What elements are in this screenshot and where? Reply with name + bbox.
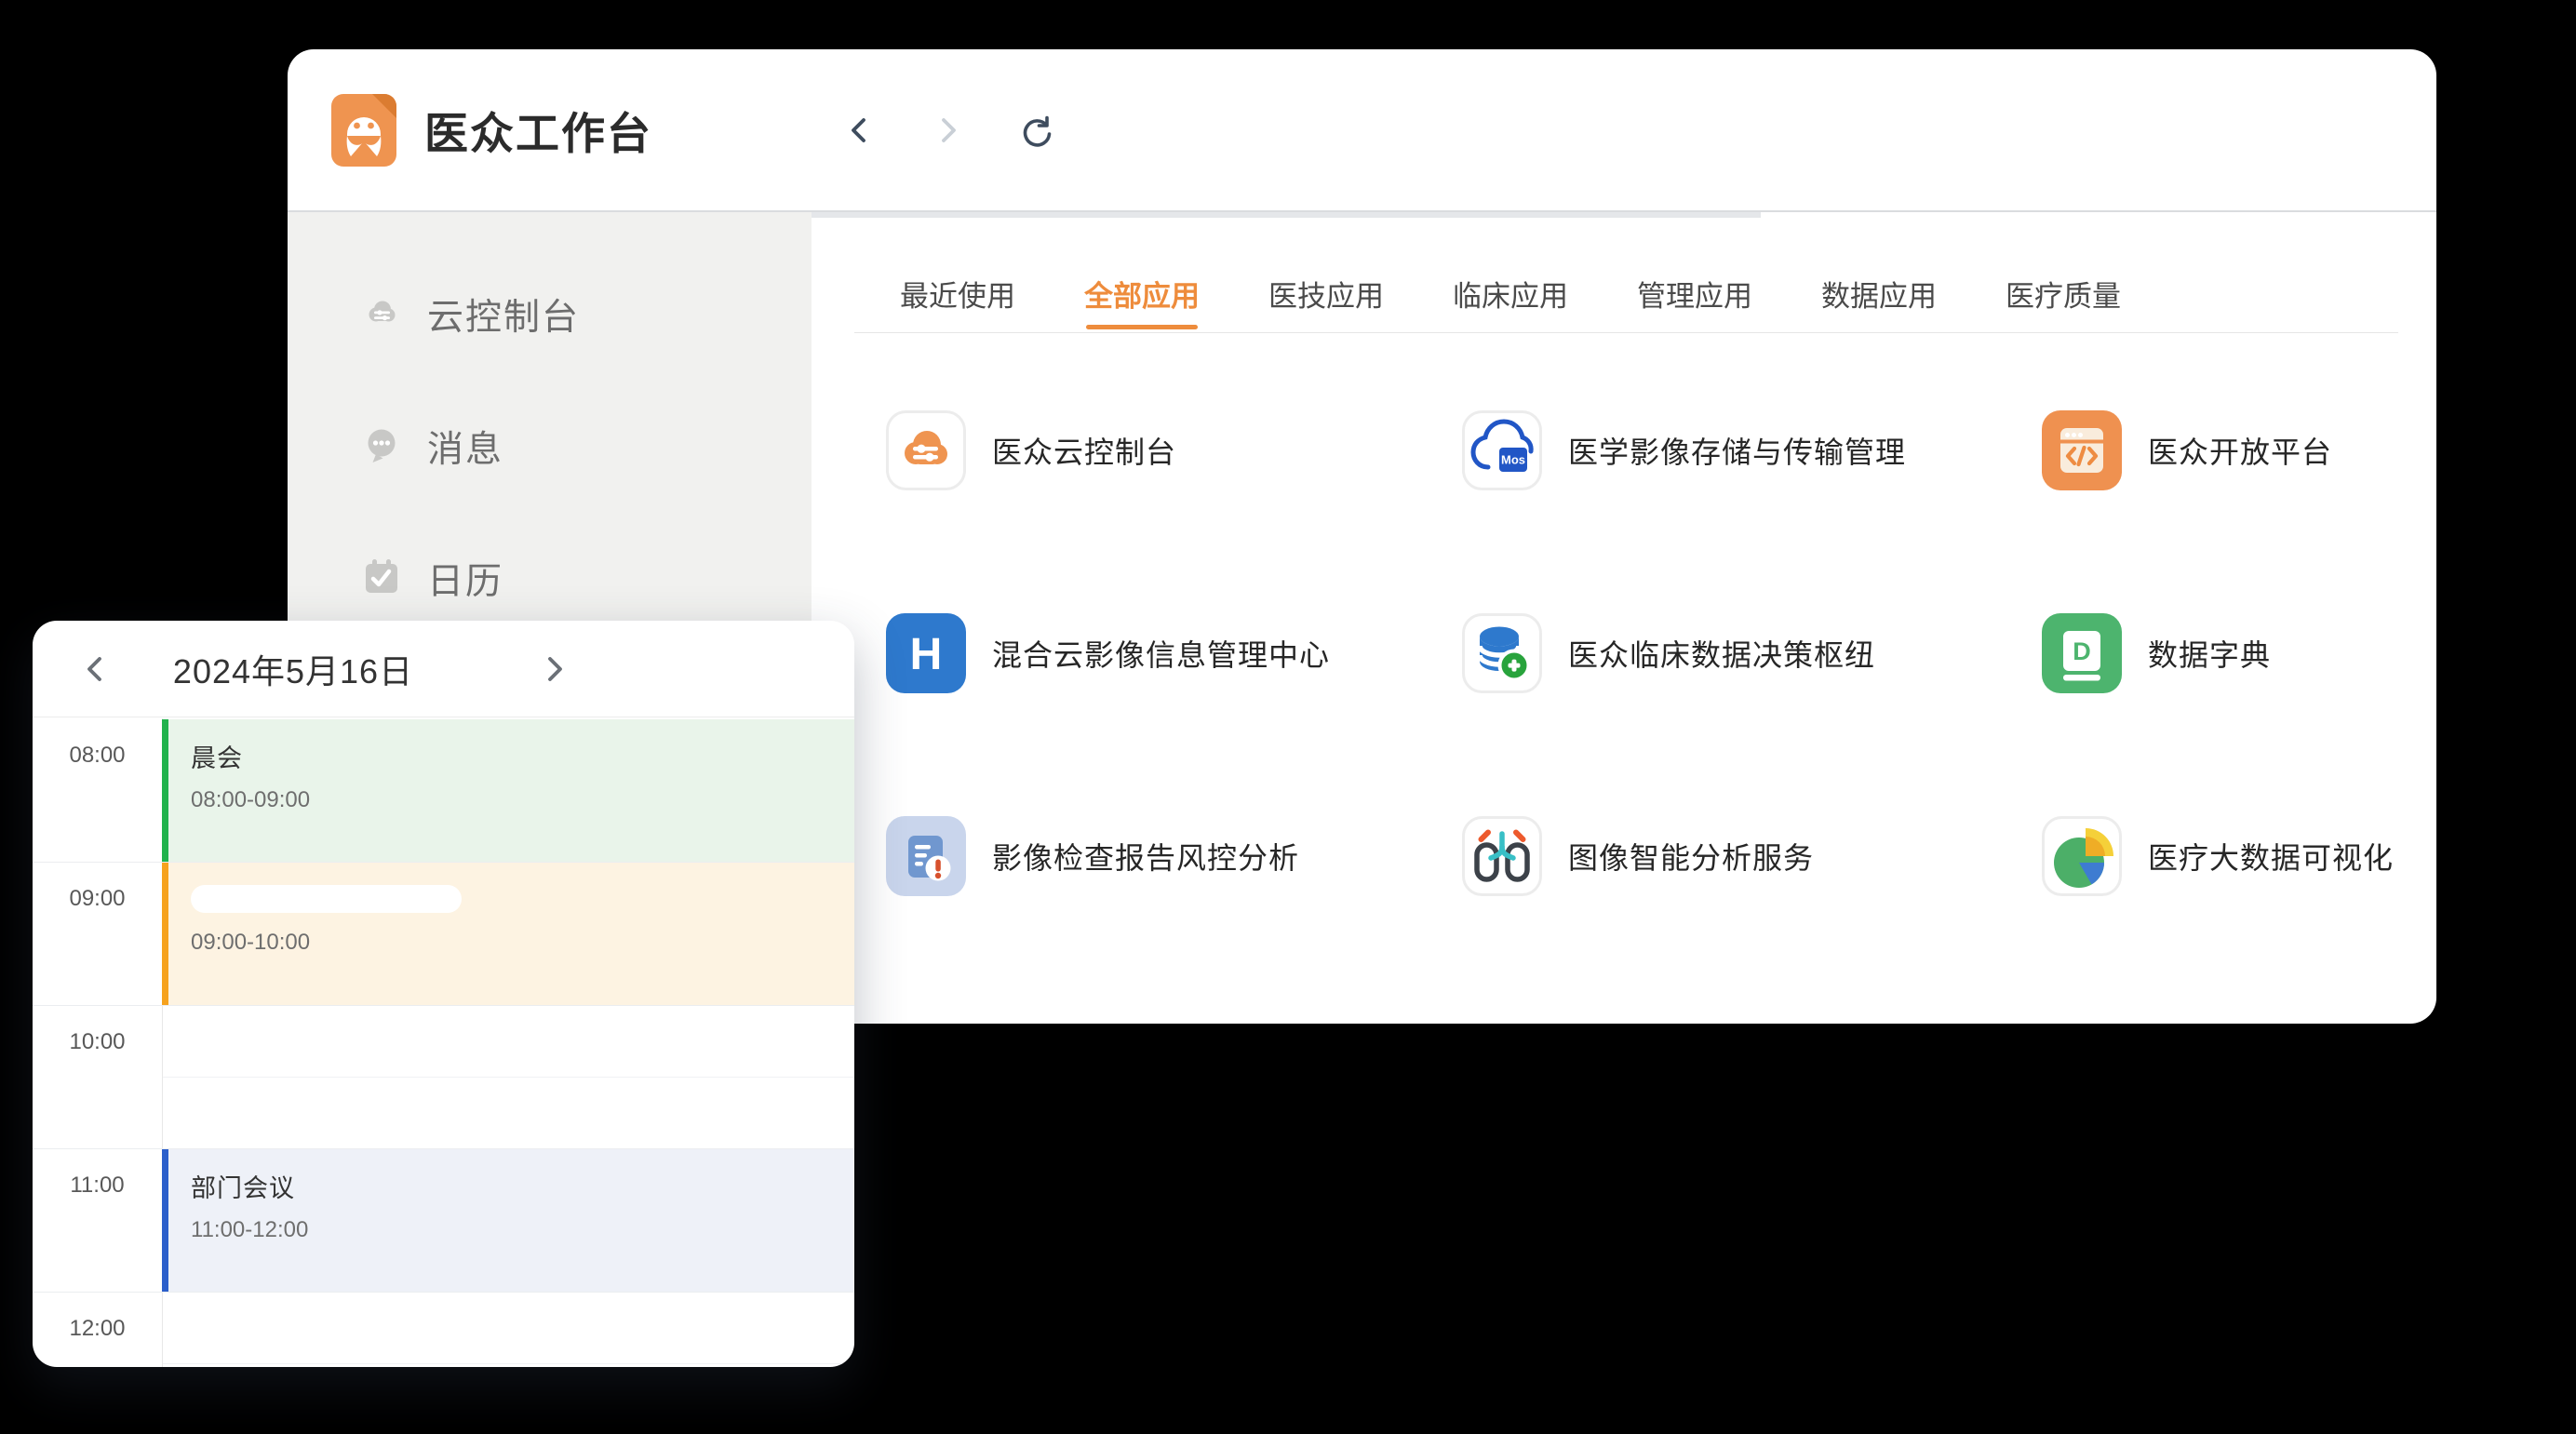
mos-cloud-tile: Mos — [1462, 410, 1542, 490]
sidebar-item-label: 日历 — [427, 553, 503, 605]
calendar-popup: 2024年5月16日 08:0009:0010:0011:0012:00晨会08… — [33, 621, 854, 1367]
calendar-event-2[interactable]: 09:00-10:00 — [162, 863, 854, 1005]
app-item-4[interactable]: H 混合云影像信息管理中心 — [886, 613, 1462, 816]
app-label: 医众云控制台 — [992, 410, 1176, 490]
app-item-5[interactable]: 医众临床数据决策枢纽 — [1462, 613, 2042, 816]
app-label: 图像智能分析服务 — [1568, 816, 1814, 896]
app-label: 混合云影像信息管理中心 — [992, 613, 1330, 693]
dictionary-book-tile: D — [2042, 613, 2122, 693]
calendar-next-day-button[interactable] — [526, 621, 582, 717]
hour-label: 08:00 — [33, 743, 162, 769]
app-label: 数据字典 — [2148, 613, 2271, 693]
calendar-event-1[interactable]: 晨会 08:00-09:00 — [162, 719, 854, 862]
app-logo-icon — [331, 94, 396, 167]
tab-5[interactable]: 管理应用 — [1637, 273, 1752, 315]
tab-bar: 最近使用 全部应用 医技应用 临床应用 管理应用 数据应用 医疗质量 — [900, 264, 2121, 322]
app-label: 医疗大数据可视化 — [2148, 816, 2394, 896]
app-label: 医众开放平台 — [2148, 410, 2332, 490]
tabs-divider — [854, 332, 2398, 333]
calendar-event-3[interactable]: 部门会议 11:00-12:00 — [162, 1149, 854, 1292]
pie-chart-tile — [2042, 816, 2122, 896]
cloud-sliders-tile — [886, 410, 966, 490]
svg-text:Mos: Mos — [1501, 453, 1525, 467]
event-title: 部门会议 — [191, 1168, 854, 1204]
database-plus-tile — [1462, 613, 1542, 693]
sidebar-item-2[interactable]: 消息 — [360, 416, 503, 477]
tab-4[interactable]: 临床应用 — [1453, 273, 1568, 315]
tab-2-active[interactable]: 全部应用 — [1084, 273, 1200, 315]
app-item-3[interactable]: 医众开放平台 — [2042, 410, 2403, 613]
app-item-1[interactable]: 医众云控制台 — [886, 410, 1462, 613]
sidebar-item-1[interactable]: 云控制台 — [360, 284, 580, 345]
window-header: 医众工作台 — [288, 49, 2436, 210]
open-platform-tile — [2042, 410, 2122, 490]
app-label: 影像检查报告风控分析 — [992, 816, 1299, 896]
calendar-check-icon — [360, 556, 403, 603]
tab-3[interactable]: 医技应用 — [1268, 273, 1384, 315]
sidebar-item-label: 消息 — [427, 421, 503, 473]
svg-text:H: H — [910, 630, 943, 679]
app-item-8[interactable]: 图像智能分析服务 — [1462, 816, 2042, 1019]
calendar-date-title: 2024年5月16日 — [135, 621, 451, 717]
app-item-7[interactable]: 影像检查报告风控分析 — [886, 816, 1462, 1019]
app-label: 医学影像存储与传输管理 — [1568, 410, 1906, 490]
report-risk-tile — [886, 816, 966, 896]
redacted-event-title — [191, 885, 462, 913]
event-time: 08:00-09:00 — [191, 787, 854, 813]
tab-7[interactable]: 医疗质量 — [2006, 273, 2121, 315]
h-letter-tile: H — [886, 613, 966, 693]
hour-label: 10:00 — [33, 1029, 162, 1055]
hour-label: 09:00 — [33, 886, 162, 912]
tab-1[interactable]: 最近使用 — [900, 273, 1015, 315]
lungs-analysis-tile — [1462, 816, 1542, 896]
sidebar-item-label: 云控制台 — [427, 288, 580, 341]
calendar-events-layer: 晨会 08:00-09:00 09:00-10:00 部门会议 11:00-12:00 — [162, 718, 854, 1367]
forward-button[interactable] — [926, 109, 969, 152]
hour-label: 12:00 — [33, 1316, 162, 1342]
calendar-header: 2024年5月16日 — [33, 621, 854, 717]
back-button[interactable] — [839, 109, 881, 152]
screenshot-stage: 医众工作台 云控制台 消息 日历 最近使用全部应用医技应用临床应用管 — [0, 0, 2576, 1434]
app-item-9[interactable]: 医疗大数据可视化 — [2042, 816, 2403, 1019]
tab-6[interactable]: 数据应用 — [1821, 273, 1937, 315]
nav-buttons — [839, 49, 1056, 210]
refresh-button[interactable] — [1013, 109, 1056, 152]
app-title: 医众工作台 — [424, 98, 652, 162]
app-item-6[interactable]: D 数据字典 — [2042, 613, 2403, 816]
event-time: 09:00-10:00 — [191, 930, 854, 956]
event-time: 11:00-12:00 — [191, 1217, 854, 1243]
app-label: 医众临床数据决策枢纽 — [1568, 613, 1875, 693]
svg-text:D: D — [2073, 637, 2091, 665]
chat-bubble-icon — [360, 423, 403, 471]
sidebar-item-3[interactable]: 日历 — [360, 548, 503, 610]
app-item-2[interactable]: Mos 医学影像存储与传输管理 — [1462, 410, 2042, 613]
hour-label: 11:00 — [33, 1173, 162, 1199]
event-title: 晨会 — [191, 738, 854, 774]
app-grid: 医众云控制台 Mos 医学影像存储与传输管理 医众开放平台 H 混合云影像信息管理… — [886, 410, 2403, 1019]
cloud-sliders-icon — [360, 291, 403, 339]
calendar-day-view: 08:00 09:00 10:00 11:00 12:00 晨会 08:00-09:00 09… — [33, 718, 854, 1367]
calendar-prev-day-button[interactable] — [68, 621, 124, 717]
